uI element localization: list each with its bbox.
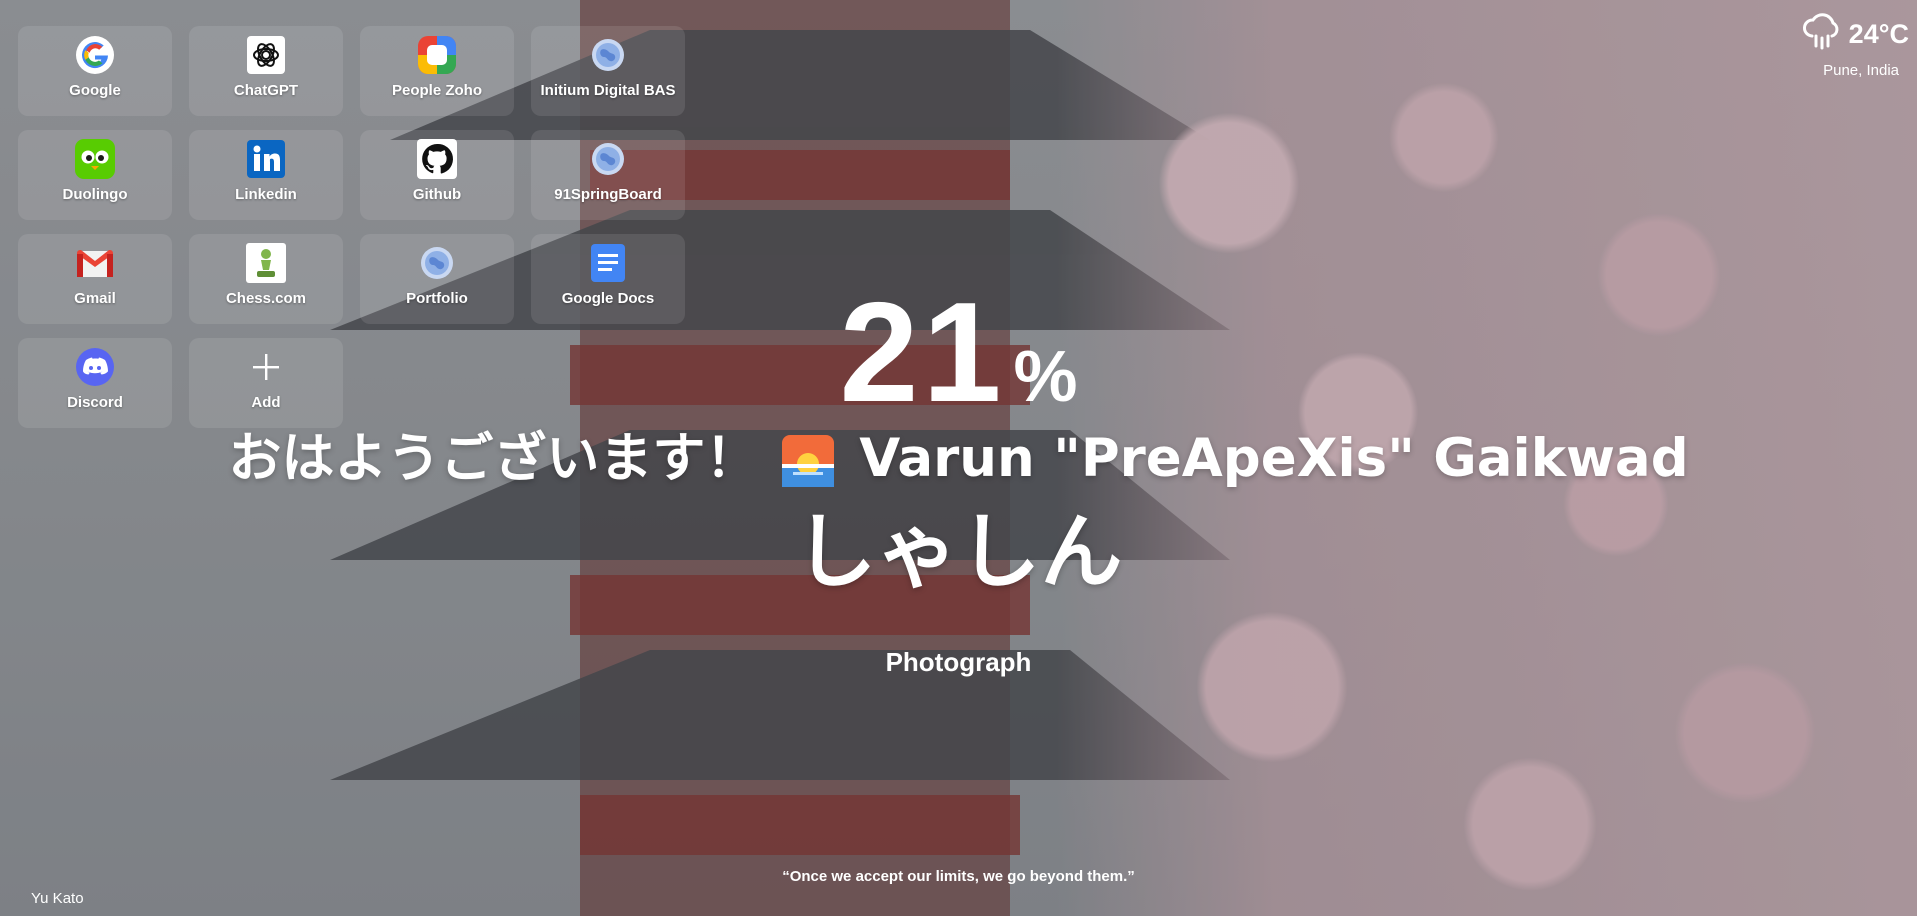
linkedin-icon	[245, 138, 287, 180]
shortcut-initium-digital-bas[interactable]: Initium Digital BAS	[531, 26, 685, 116]
zoho-people-icon	[416, 34, 458, 76]
shortcut-github[interactable]: Github	[360, 130, 514, 220]
shortcut-label: People Zoho	[392, 82, 482, 99]
word-of-the-day: しゃしん	[794, 505, 1123, 600]
globe-icon	[587, 138, 629, 180]
greeting-prefix: おはようございます！	[228, 428, 759, 489]
rain-cloud-icon	[1801, 12, 1843, 56]
shortcut-label: Google	[69, 82, 121, 99]
shortcut-label: 91SpringBoard	[554, 186, 662, 203]
shortcut-label: ChatGPT	[233, 82, 299, 99]
progress-unit: %	[1013, 337, 1078, 417]
progress-value: 21	[839, 273, 1006, 432]
shortcut-people-zoho[interactable]: People Zoho	[360, 26, 514, 116]
weather-widget[interactable]: 24°C Pune, India	[1801, 12, 1909, 79]
user-name: Varun "PreApeXis" Gaikwad	[859, 428, 1689, 489]
github-icon	[416, 138, 458, 180]
word-meaning: Photograph	[885, 647, 1032, 677]
chess-pawn-icon	[245, 242, 287, 284]
greeting: おはようございます！ Varun "PreApeXis" Gaikwad	[0, 432, 1917, 488]
weather-temperature: 24°C	[1848, 18, 1909, 49]
globe-icon	[416, 242, 458, 284]
google-icon	[74, 34, 116, 76]
shortcut-91springboard[interactable]: 91SpringBoard	[531, 130, 685, 220]
shortcut-label: Initium Digital BAS	[540, 82, 676, 99]
sunrise-icon	[781, 434, 835, 488]
shortcut-label: Duolingo	[62, 186, 128, 203]
photo-credit[interactable]: Yu Kato	[31, 890, 84, 907]
google-docs-icon	[587, 242, 629, 284]
shortcut-linkedin[interactable]: Linkedin	[189, 130, 343, 220]
chatgpt-icon	[245, 34, 287, 76]
globe-icon	[587, 34, 629, 76]
shortcut-label: Linkedin	[235, 186, 297, 203]
shortcut-chatgpt[interactable]: ChatGPT	[189, 26, 343, 116]
progress-display: 21%	[0, 282, 1917, 424]
shortcut-duolingo[interactable]: Duolingo	[18, 130, 172, 220]
shortcut-label: Github	[412, 186, 462, 203]
weather-location: Pune, India	[1823, 62, 1899, 79]
quote-text: “Once we accept our limits, we go beyond…	[782, 868, 1135, 885]
duolingo-icon	[74, 138, 116, 180]
shortcut-google[interactable]: Google	[18, 26, 172, 116]
gmail-icon	[74, 242, 116, 284]
